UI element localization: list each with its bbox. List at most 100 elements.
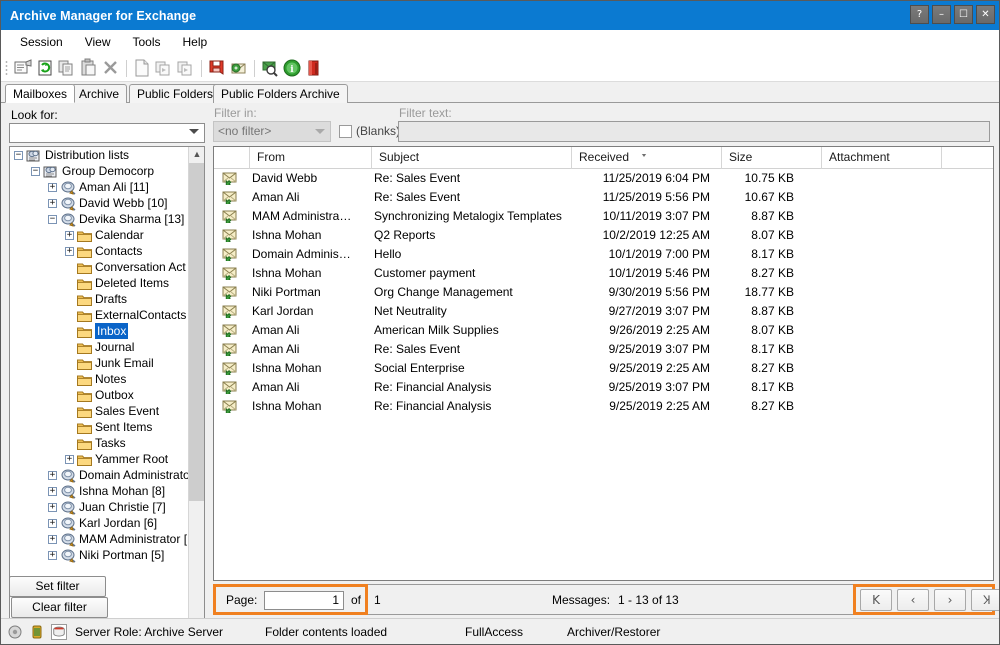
mailbox-tree[interactable]: − Distribution lists − Group Democorp + Aman …: [9, 146, 205, 644]
message-row[interactable]: Karl Jordan Net Neutrality 9/27/2019 3:07 …: [214, 302, 993, 321]
tab-archive[interactable]: Archive: [71, 84, 128, 103]
paste-icon[interactable]: [78, 57, 100, 79]
menu-tools[interactable]: Tools: [122, 32, 172, 52]
first-page-button[interactable]: K: [860, 589, 892, 611]
message-row[interactable]: Ishna Mohan Social Enterprise 9/25/2019 2:…: [214, 359, 993, 378]
tree-item-junk-email[interactable]: Junk Email: [10, 355, 189, 371]
tree-item-domain-administrator[interactable]: + Domain Administrator: [10, 467, 189, 483]
column-header-received[interactable]: Received: [572, 147, 722, 169]
expand-icon[interactable]: +: [48, 519, 57, 529]
restore-icon[interactable]: [153, 57, 175, 79]
message-row[interactable]: Aman Ali Re: Sales Event 11/25/2019 5:56 P…: [214, 188, 993, 207]
filter-in-combo[interactable]: <no filter>: [213, 121, 331, 142]
info-icon[interactable]: i: [281, 57, 303, 79]
tree-item-conversation-act[interactable]: Conversation Act: [10, 259, 189, 275]
tree-item-devika-sharma-13[interactable]: − Devika Sharma [13]: [10, 211, 189, 227]
tab-mailboxes[interactable]: Mailboxes: [5, 84, 76, 103]
tree-item-sales-event[interactable]: Sales Event: [10, 403, 189, 419]
scroll-up-icon[interactable]: ▲: [189, 147, 204, 163]
shred-icon[interactable]: [303, 57, 325, 79]
restore-all-icon[interactable]: [175, 57, 197, 79]
tree-item-aman-ali-11[interactable]: + Aman Ali [11]: [10, 179, 189, 195]
message-row[interactable]: MAM Administra… Synchronizing Metalogix T…: [214, 207, 993, 226]
tree-item-outbox[interactable]: Outbox: [10, 387, 189, 403]
previous-page-button[interactable]: ‹: [897, 589, 929, 611]
message-row[interactable]: Domain Adminis… Hello 10/1/2019 7:00 PM 8.1…: [214, 245, 993, 264]
archive-icon[interactable]: [206, 57, 228, 79]
column-header-icon[interactable]: [214, 147, 250, 169]
expand-icon[interactable]: +: [48, 183, 57, 193]
filter-text-input[interactable]: [398, 121, 990, 142]
message-row[interactable]: Niki Portman Org Change Management 9/30/20…: [214, 283, 993, 302]
toolbar-grip[interactable]: [5, 59, 8, 77]
page-input[interactable]: 1: [264, 591, 344, 610]
tree-item-contacts[interactable]: + Contacts: [10, 243, 189, 259]
expand-icon[interactable]: +: [48, 535, 57, 545]
message-row[interactable]: Aman Ali Re: Sales Event 9/25/2019 3:07 PM…: [214, 340, 993, 359]
tree-item-david-webb-10[interactable]: + David Webb [10]: [10, 195, 189, 211]
help-button[interactable]: ?: [910, 5, 929, 24]
menu-help[interactable]: Help: [172, 32, 219, 52]
tree-item-yammer-root[interactable]: + Yammer Root: [10, 451, 189, 467]
tree-item-ishna-mohan-8[interactable]: + Ishna Mohan [8]: [10, 483, 189, 499]
tree-item-deleted-items[interactable]: Deleted Items: [10, 275, 189, 291]
tree-item-journal[interactable]: Journal: [10, 339, 189, 355]
search-mail-icon[interactable]: [259, 57, 281, 79]
tree-item-mam-administrator[interactable]: + MAM Administrator [: [10, 531, 189, 547]
message-row[interactable]: Ishna Mohan Re: Financial Analysis 9/25/20…: [214, 397, 993, 416]
tree-item-juan-christie-7[interactable]: + Juan Christie [7]: [10, 499, 189, 515]
collapse-icon[interactable]: −: [14, 151, 23, 161]
tree-item-sent-items[interactable]: Sent Items: [10, 419, 189, 435]
tree-item-externalcontacts[interactable]: ExternalContacts: [10, 307, 189, 323]
expand-icon[interactable]: +: [65, 231, 74, 241]
expand-icon[interactable]: +: [48, 551, 57, 561]
tree-item-calendar[interactable]: + Calendar: [10, 227, 189, 243]
collapse-icon[interactable]: −: [48, 215, 57, 225]
tab-public-folders[interactable]: Public Folders: [129, 84, 222, 103]
message-row[interactable]: Ishna Mohan Q2 Reports 10/2/2019 12:25 AM 8…: [214, 226, 993, 245]
message-row[interactable]: Aman Ali American Milk Supplies 9/26/2019 …: [214, 321, 993, 340]
tree-item-inbox[interactable]: Inbox: [10, 323, 189, 339]
clear-filter-button[interactable]: Clear filter: [11, 597, 108, 618]
next-page-button[interactable]: ›: [934, 589, 966, 611]
message-row[interactable]: Ishna Mohan Customer payment 10/1/2019 5:4…: [214, 264, 993, 283]
properties-icon[interactable]: [12, 57, 34, 79]
maximize-button[interactable]: ☐: [954, 5, 973, 24]
menu-session[interactable]: Session: [9, 32, 74, 52]
set-filter-button[interactable]: Set filter: [9, 576, 106, 597]
tree-vscroll-thumb[interactable]: [189, 163, 204, 501]
column-header-subject[interactable]: Subject: [372, 147, 572, 169]
collapse-icon[interactable]: −: [31, 167, 40, 177]
delete-icon[interactable]: [100, 57, 122, 79]
tree-vertical-scrollbar[interactable]: ▲ ▼: [188, 147, 204, 644]
message-grid[interactable]: From Subject Received Size Attachment Da…: [213, 146, 994, 581]
last-page-button[interactable]: Ʞ: [971, 589, 999, 611]
tree-item-tasks[interactable]: Tasks: [10, 435, 189, 451]
column-header-from[interactable]: From: [250, 147, 372, 169]
tree-item-karl-jordan-6[interactable]: + Karl Jordan [6]: [10, 515, 189, 531]
tree-item-drafts[interactable]: Drafts: [10, 291, 189, 307]
tab-public-folders-archive[interactable]: Public Folders Archive: [213, 84, 348, 103]
minimize-button[interactable]: –: [932, 5, 951, 24]
expand-icon[interactable]: +: [48, 503, 57, 513]
close-button[interactable]: ✕: [976, 5, 995, 24]
tree-item-niki-portman-5[interactable]: + Niki Portman [5]: [10, 547, 189, 563]
blanks-checkbox[interactable]: [339, 125, 352, 138]
expand-icon[interactable]: +: [65, 247, 74, 257]
look-for-combo[interactable]: [9, 123, 205, 143]
menu-view[interactable]: View: [74, 32, 122, 52]
refresh-icon[interactable]: [34, 57, 56, 79]
column-header-attachment[interactable]: Attachment: [822, 147, 942, 169]
expand-icon[interactable]: +: [48, 471, 57, 481]
column-header-size[interactable]: Size: [722, 147, 822, 169]
copy-icon[interactable]: [56, 57, 78, 79]
expand-icon[interactable]: +: [48, 487, 57, 497]
tree-item-distribution-lists[interactable]: − Distribution lists: [10, 147, 189, 163]
expand-icon[interactable]: +: [48, 199, 57, 209]
tree-item-notes[interactable]: Notes: [10, 371, 189, 387]
expand-icon[interactable]: +: [65, 455, 74, 465]
mail-settings-icon[interactable]: [228, 57, 250, 79]
new-document-icon[interactable]: [131, 57, 153, 79]
message-row[interactable]: Aman Ali Re: Financial Analysis 9/25/2019 …: [214, 378, 993, 397]
message-row[interactable]: David Webb Re: Sales Event 11/25/2019 6:04…: [214, 169, 993, 188]
